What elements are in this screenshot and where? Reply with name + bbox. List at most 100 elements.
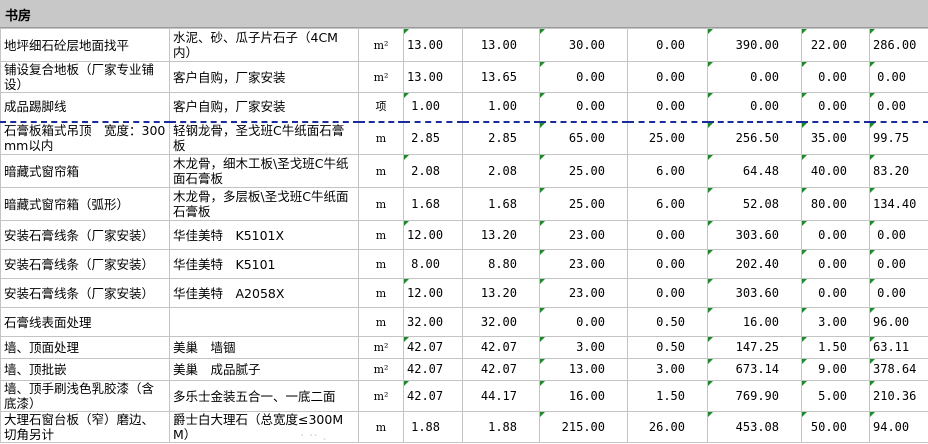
loss-quantity-cell[interactable]: 2.85 xyxy=(463,122,540,155)
total-cell[interactable]: 0.00 xyxy=(870,93,928,122)
loss-quantity-cell[interactable]: 8.80 xyxy=(463,250,540,279)
material-price-cell[interactable]: 25.00 xyxy=(540,188,628,221)
material-total-cell[interactable]: 202.40 xyxy=(708,250,802,279)
item-name-cell[interactable]: 安装石膏线条（厂家安装） xyxy=(1,279,170,308)
material-total-cell[interactable]: 16.00 xyxy=(708,308,802,337)
unit-cost-cell[interactable]: 9.00 xyxy=(802,359,870,381)
quantity-cell[interactable]: 42.07 xyxy=(404,337,463,359)
material-total-cell[interactable]: 256.50 xyxy=(708,122,802,155)
labor-price-cell[interactable]: 0.00 xyxy=(628,250,708,279)
labor-price-cell[interactable]: 3.00 xyxy=(628,359,708,381)
item-name-cell[interactable]: 暗藏式窗帘箱（弧形） xyxy=(1,188,170,221)
labor-price-cell[interactable]: 6.00 xyxy=(628,155,708,188)
labor-price-cell[interactable]: 0.00 xyxy=(628,221,708,250)
loss-quantity-cell[interactable]: 1.68 xyxy=(463,188,540,221)
unit-cost-cell[interactable]: 0.00 xyxy=(802,62,870,93)
unit-cell[interactable]: m xyxy=(359,155,404,188)
material-price-cell[interactable]: 0.00 xyxy=(540,93,628,122)
material-price-cell[interactable]: 23.00 xyxy=(540,221,628,250)
unit-cost-cell[interactable]: 1.50 xyxy=(802,337,870,359)
loss-quantity-cell[interactable]: 13.00 xyxy=(463,29,540,62)
unit-cost-cell[interactable]: 50.00 xyxy=(802,412,870,443)
item-name-cell[interactable]: 暗藏式窗帘箱 xyxy=(1,155,170,188)
material-price-cell[interactable]: 3.00 xyxy=(540,337,628,359)
total-cell[interactable]: 63.11 xyxy=(870,337,928,359)
labor-price-cell[interactable]: 0.00 xyxy=(628,93,708,122)
material-price-cell[interactable]: 13.00 xyxy=(540,359,628,381)
material-cell[interactable]: 爵士白大理石（总宽度≤300MM） xyxy=(170,412,359,443)
unit-cost-cell[interactable]: 0.00 xyxy=(802,93,870,122)
loss-quantity-cell[interactable]: 1.00 xyxy=(463,93,540,122)
loss-quantity-cell[interactable]: 1.88 xyxy=(463,412,540,443)
material-total-cell[interactable]: 673.14 xyxy=(708,359,802,381)
unit-cell[interactable]: m² xyxy=(359,62,404,93)
quantity-cell[interactable]: 1.88 xyxy=(404,412,463,443)
labor-price-cell[interactable]: 25.00 xyxy=(628,122,708,155)
unit-cost-cell[interactable]: 0.00 xyxy=(802,250,870,279)
unit-cell[interactable]: m xyxy=(359,221,404,250)
quantity-cell[interactable]: 42.07 xyxy=(404,381,463,412)
labor-price-cell[interactable]: 0.00 xyxy=(628,29,708,62)
loss-quantity-cell[interactable]: 13.20 xyxy=(463,279,540,308)
material-cell[interactable]: 轻钢龙骨，圣戈班C牛纸面石膏板 xyxy=(170,122,359,155)
material-total-cell[interactable]: 64.48 xyxy=(708,155,802,188)
material-total-cell[interactable]: 52.08 xyxy=(708,188,802,221)
unit-cell[interactable]: m xyxy=(359,250,404,279)
unit-cell[interactable]: m xyxy=(359,412,404,443)
material-total-cell[interactable]: 147.25 xyxy=(708,337,802,359)
quantity-cell[interactable]: 13.00 xyxy=(404,29,463,62)
unit-cost-cell[interactable]: 3.00 xyxy=(802,308,870,337)
material-cell[interactable]: 美巢 墙锢 xyxy=(170,337,359,359)
material-price-cell[interactable]: 25.00 xyxy=(540,155,628,188)
material-price-cell[interactable]: 215.00 xyxy=(540,412,628,443)
unit-cell[interactable]: m² xyxy=(359,29,404,62)
loss-quantity-cell[interactable]: 13.65 xyxy=(463,62,540,93)
material-cell[interactable]: 木龙骨，细木工板\圣戈班C牛纸面石膏板 xyxy=(170,155,359,188)
unit-cost-cell[interactable]: 80.00 xyxy=(802,188,870,221)
material-price-cell[interactable]: 23.00 xyxy=(540,279,628,308)
quantity-cell[interactable]: 42.07 xyxy=(404,359,463,381)
material-total-cell[interactable]: 0.00 xyxy=(708,62,802,93)
unit-cell[interactable]: m² xyxy=(359,381,404,412)
labor-price-cell[interactable]: 0.00 xyxy=(628,62,708,93)
quantity-cell[interactable]: 8.00 xyxy=(404,250,463,279)
material-cell[interactable]: 华佳美特 K5101X xyxy=(170,221,359,250)
material-cell[interactable]: 华佳美特 A2058X xyxy=(170,279,359,308)
material-total-cell[interactable]: 303.60 xyxy=(708,221,802,250)
total-cell[interactable]: 0.00 xyxy=(870,62,928,93)
item-name-cell[interactable]: 墙、顶手刷浅色乳胶漆（含底漆） xyxy=(1,381,170,412)
unit-cost-cell[interactable]: 0.00 xyxy=(802,279,870,308)
item-name-cell[interactable]: 铺设复合地板（厂家专业铺设） xyxy=(1,62,170,93)
unit-cost-cell[interactable]: 0.00 xyxy=(802,221,870,250)
item-name-cell[interactable]: 石膏线表面处理 xyxy=(1,308,170,337)
unit-cost-cell[interactable]: 22.00 xyxy=(802,29,870,62)
material-price-cell[interactable]: 30.00 xyxy=(540,29,628,62)
total-cell[interactable]: 0.00 xyxy=(870,221,928,250)
labor-price-cell[interactable]: 1.50 xyxy=(628,381,708,412)
material-cell[interactable]: 华佳美特 K5101 xyxy=(170,250,359,279)
labor-price-cell[interactable]: 0.50 xyxy=(628,337,708,359)
material-total-cell[interactable]: 453.08 xyxy=(708,412,802,443)
labor-price-cell[interactable]: 26.00 xyxy=(628,412,708,443)
item-name-cell[interactable]: 墙、顶批嵌 xyxy=(1,359,170,381)
material-price-cell[interactable]: 23.00 xyxy=(540,250,628,279)
unit-cell[interactable]: m xyxy=(359,188,404,221)
material-price-cell[interactable]: 16.00 xyxy=(540,381,628,412)
unit-cost-cell[interactable]: 5.00 xyxy=(802,381,870,412)
quantity-cell[interactable]: 1.00 xyxy=(404,93,463,122)
total-cell[interactable]: 96.00 xyxy=(870,308,928,337)
loss-quantity-cell[interactable]: 13.20 xyxy=(463,221,540,250)
item-name-cell[interactable]: 安装石膏线条（厂家安装） xyxy=(1,250,170,279)
material-total-cell[interactable]: 390.00 xyxy=(708,29,802,62)
item-name-cell[interactable]: 成品踢脚线 xyxy=(1,93,170,122)
loss-quantity-cell[interactable]: 44.17 xyxy=(463,381,540,412)
total-cell[interactable]: 286.00 xyxy=(870,29,928,62)
unit-cell[interactable]: m xyxy=(359,279,404,308)
material-cell[interactable]: 客户自购，厂家安装 xyxy=(170,93,359,122)
loss-quantity-cell[interactable]: 2.08 xyxy=(463,155,540,188)
material-cell[interactable]: 多乐士金装五合一、一底二面 xyxy=(170,381,359,412)
material-cell[interactable]: 水泥、砂、瓜子片石子（4CM内） xyxy=(170,29,359,62)
unit-cell[interactable]: m² xyxy=(359,359,404,381)
quantity-cell[interactable]: 2.85 xyxy=(404,122,463,155)
item-name-cell[interactable]: 大理石窗台板（窄）磨边、切角另计 xyxy=(1,412,170,443)
